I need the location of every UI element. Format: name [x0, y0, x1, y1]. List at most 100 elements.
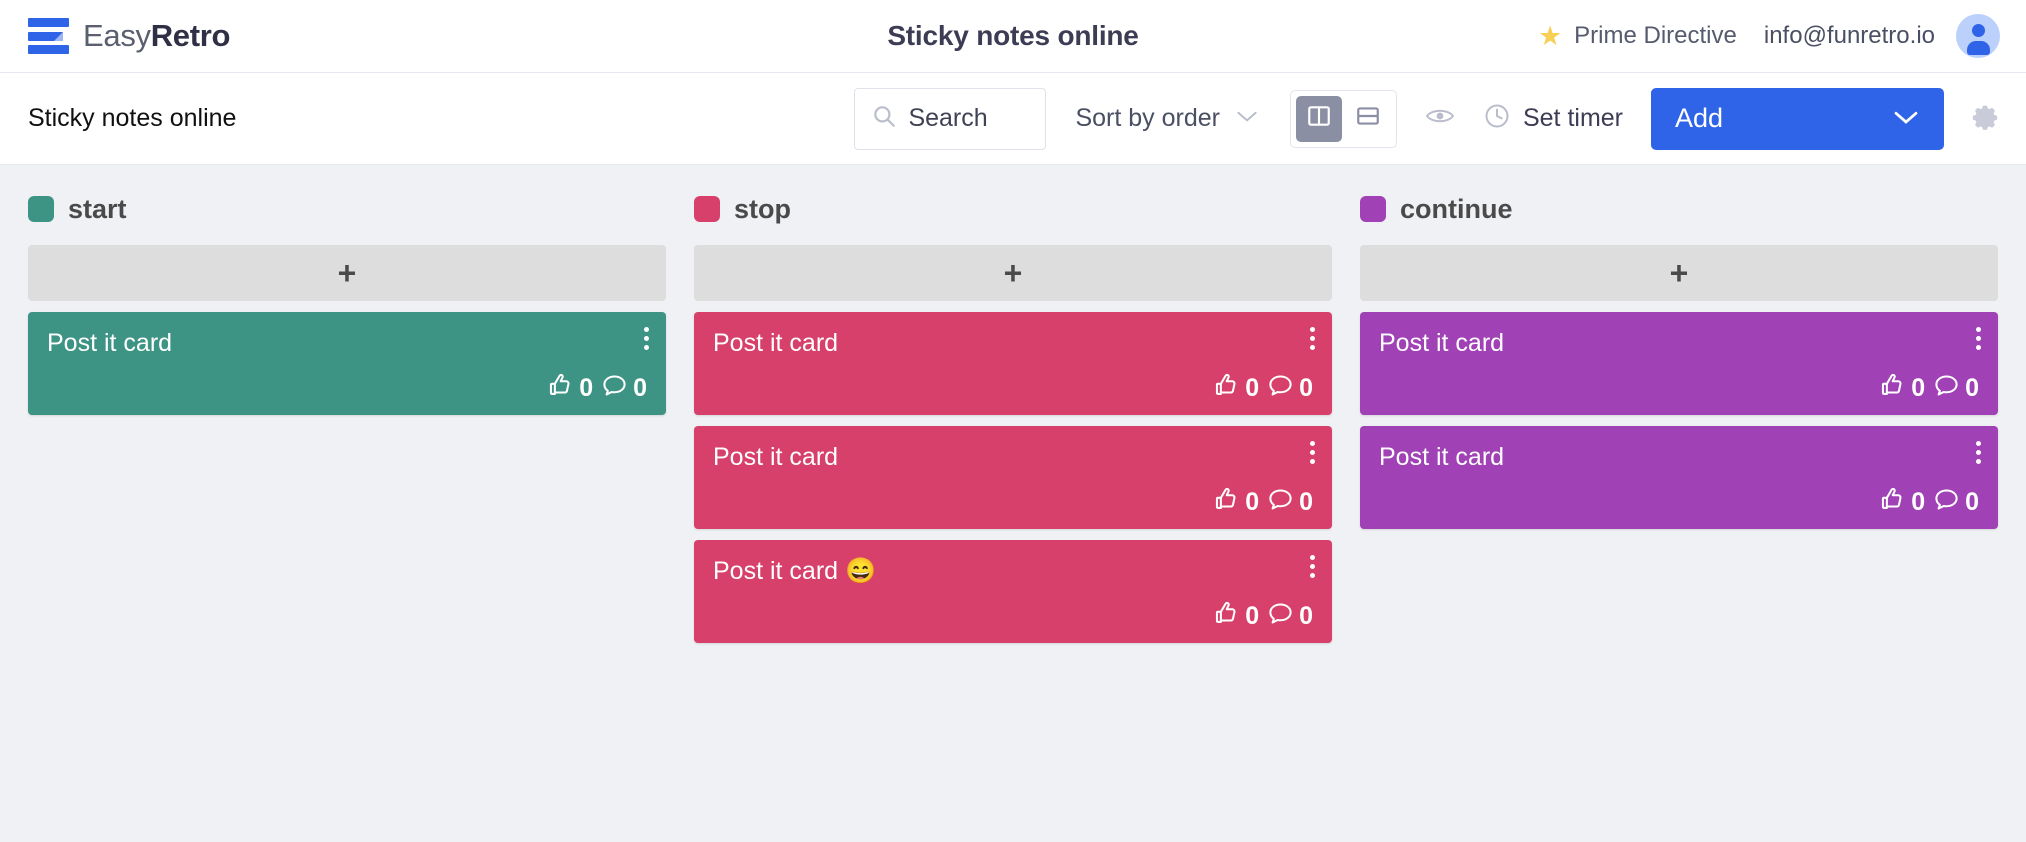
comment-count[interactable]: 0	[1267, 486, 1313, 518]
app-header: EasyRetro Sticky notes online ★ Prime Di…	[0, 0, 2026, 73]
vote-count[interactable]: 0	[1213, 600, 1259, 632]
board-column-continue: continue + Post it card 0 0 Post it card 0 0	[1360, 189, 1998, 540]
card-menu-button[interactable]	[1974, 325, 1983, 352]
card-emoji: 😄	[845, 557, 877, 585]
view-rows-button[interactable]	[1345, 96, 1391, 142]
card-text: Post it card	[1379, 328, 1979, 358]
avatar[interactable]	[1956, 14, 2000, 58]
vote-count-value: 0	[1911, 373, 1926, 402]
card-text: Post it card	[1379, 442, 1979, 472]
card-text: Post it card 😄	[713, 556, 1313, 586]
card-footer: 00	[1379, 372, 1979, 404]
thumbs-up-icon	[1879, 372, 1906, 404]
view-mode-toggle[interactable]	[1289, 89, 1397, 148]
card-footer: 00	[1379, 486, 1979, 518]
brand-wordmark: EasyRetro	[83, 18, 230, 54]
board-column-start: start + Post it card 0 0	[28, 189, 666, 426]
comment-bubble-icon	[1933, 486, 1960, 518]
post-it-card[interactable]: Post it card 0 0	[1360, 426, 1998, 529]
set-timer-button[interactable]: Set timer	[1483, 102, 1623, 135]
column-title: stop	[734, 193, 791, 224]
vote-count[interactable]: 0	[547, 372, 593, 404]
comment-count[interactable]: 0	[1933, 486, 1979, 518]
add-card-button[interactable]: +	[1360, 245, 1998, 301]
vote-count[interactable]: 0	[1879, 486, 1925, 518]
brand-retro-text: Retro	[150, 18, 231, 53]
user-email[interactable]: info@funretro.io	[1764, 22, 1935, 50]
post-it-card[interactable]: Post it card 😄 0 0	[694, 540, 1332, 643]
sort-dropdown[interactable]: Sort by order	[1075, 104, 1260, 133]
search-placeholder: Search	[908, 104, 988, 132]
comment-count[interactable]: 0	[1267, 600, 1313, 632]
card-text-value: Post it card	[713, 557, 839, 585]
comment-count[interactable]: 0	[1933, 372, 1979, 404]
toggle-visibility-button[interactable]	[1425, 105, 1455, 132]
card-text: Post it card	[47, 328, 647, 358]
board-column-stop: stop + Post it card 0 0 Post it card 0 0 Post it…	[694, 189, 1332, 654]
plus-icon: +	[1003, 255, 1023, 291]
plus-icon: +	[337, 255, 357, 291]
search-icon	[871, 103, 897, 134]
comment-count[interactable]: 0	[1267, 372, 1313, 404]
comment-count[interactable]: 0	[601, 372, 647, 404]
column-title: start	[68, 193, 127, 224]
thumbs-up-icon	[1213, 600, 1240, 632]
card-menu-button[interactable]	[1974, 439, 1983, 466]
comment-count-value: 0	[1965, 373, 1979, 402]
post-it-card[interactable]: Post it card 0 0	[694, 426, 1332, 529]
vote-count[interactable]: 0	[1879, 372, 1925, 404]
prime-directive-link[interactable]: ★ Prime Directive	[1538, 22, 1737, 50]
add-card-button[interactable]: +	[694, 245, 1332, 301]
thumbs-up-icon	[547, 372, 574, 404]
comment-bubble-icon	[601, 372, 628, 404]
vote-count[interactable]: 0	[1213, 486, 1259, 518]
card-menu-button[interactable]	[1308, 325, 1317, 352]
vote-count-value: 0	[1911, 487, 1926, 516]
card-footer: 00	[713, 600, 1313, 632]
card-menu-button[interactable]	[642, 325, 651, 352]
card-menu-button[interactable]	[1308, 553, 1317, 580]
vote-count-value: 0	[1245, 601, 1260, 630]
post-it-card[interactable]: Post it card 0 0	[28, 312, 666, 415]
rows-view-icon	[1355, 103, 1381, 134]
card-text: Post it card	[713, 328, 1313, 358]
column-color-swatch	[28, 196, 54, 222]
comment-count-value: 0	[1299, 373, 1313, 402]
post-it-card[interactable]: Post it card 0 0	[694, 312, 1332, 415]
comment-bubble-icon	[1267, 372, 1294, 404]
card-text-value: Post it card	[1379, 329, 1505, 357]
comment-count-value: 0	[1299, 601, 1313, 630]
search-input[interactable]: Search	[854, 87, 1047, 150]
brand-easy-text: Easy	[83, 18, 151, 53]
column-color-swatch	[1360, 196, 1386, 222]
vote-count[interactable]: 0	[1213, 372, 1259, 404]
column-header: continue	[1360, 189, 1998, 229]
card-menu-button[interactable]	[1308, 439, 1317, 466]
brand-logo[interactable]: EasyRetro	[28, 18, 230, 54]
star-icon: ★	[1537, 20, 1563, 51]
board-toolbar: Sticky notes online Search Sort by order	[0, 73, 2026, 165]
settings-button[interactable]	[1970, 101, 2000, 136]
add-button[interactable]: Add	[1651, 87, 1944, 150]
post-it-card[interactable]: Post it card 0 0	[1360, 312, 1998, 415]
card-text-value: Post it card	[1379, 443, 1505, 471]
card-footer: 00	[713, 486, 1313, 518]
board-title[interactable]: Sticky notes online	[28, 104, 236, 133]
thumbs-up-icon	[1213, 486, 1240, 518]
thumbs-up-icon	[1213, 372, 1240, 404]
column-header: stop	[694, 189, 1332, 229]
easyretro-logo-icon	[28, 18, 69, 54]
avatar-body-icon	[1966, 41, 1990, 55]
add-button-label: Add	[1675, 103, 1724, 133]
vote-count-value: 0	[579, 373, 594, 402]
thumbs-up-icon	[1879, 486, 1906, 518]
card-text-value: Post it card	[47, 329, 173, 357]
add-card-button[interactable]: +	[28, 245, 666, 301]
clock-icon	[1483, 102, 1511, 135]
plus-icon: +	[1669, 255, 1689, 291]
prime-directive-label: Prime Directive	[1574, 22, 1737, 49]
comment-count-value: 0	[1965, 487, 1979, 516]
gear-icon	[1970, 101, 2000, 136]
card-footer: 00	[47, 372, 647, 404]
view-columns-button[interactable]	[1295, 95, 1342, 142]
